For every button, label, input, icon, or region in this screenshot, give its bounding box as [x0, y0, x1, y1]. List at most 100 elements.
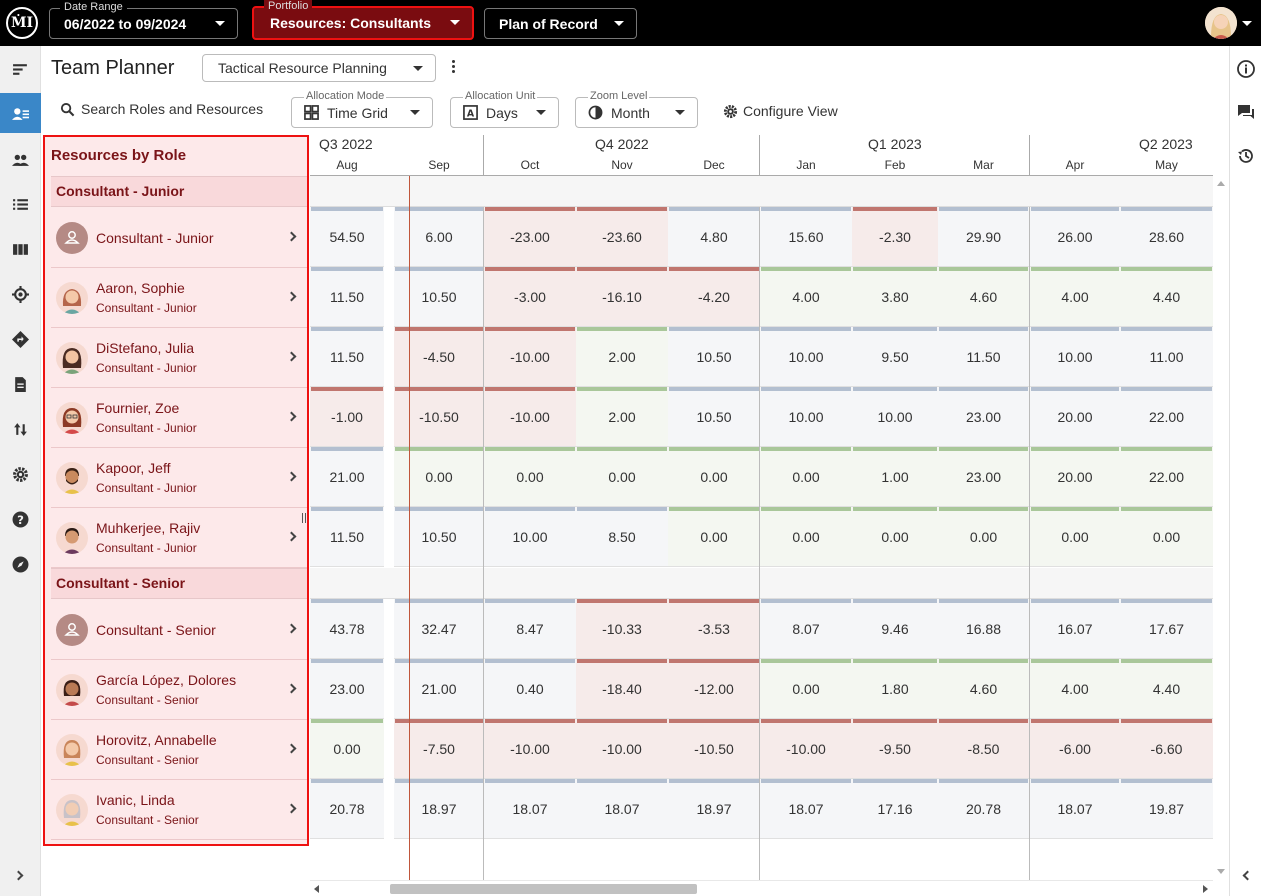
info-icon[interactable] — [1236, 59, 1256, 79]
allocation-cell[interactable]: -10.50 — [668, 719, 760, 779]
allocation-cell[interactable]: 20.78 — [310, 779, 384, 839]
allocation-cell[interactable]: 21.00 — [394, 659, 484, 719]
allocation-cell[interactable]: 43.78 — [310, 599, 384, 659]
configure-view-button[interactable]: Configure View — [723, 103, 838, 119]
allocation-cell[interactable]: 0.00 — [938, 507, 1029, 567]
allocation-cell[interactable]: 0.00 — [760, 507, 852, 567]
allocation-cell[interactable]: 54.50 — [310, 207, 384, 267]
chevron-right-icon[interactable] — [286, 411, 297, 422]
allocation-cell[interactable]: 4.00 — [1030, 267, 1120, 327]
chevron-right-icon[interactable] — [286, 351, 297, 362]
resource-row[interactable]: Kapoor, Jeff Consultant - Junior — [51, 448, 307, 508]
menu-icon[interactable] — [0, 49, 41, 89]
allocation-cell[interactable]: 16.88 — [938, 599, 1029, 659]
view-select[interactable]: Tactical Resource Planning — [202, 54, 436, 82]
chevron-right-icon[interactable] — [286, 291, 297, 302]
allocation-cell[interactable]: -4.50 — [394, 327, 484, 387]
allocation-cell[interactable]: 6.00 — [394, 207, 484, 267]
help-icon[interactable]: ? — [0, 499, 41, 539]
compass-icon[interactable] — [0, 544, 41, 584]
allocation-cell[interactable]: 8.07 — [760, 599, 852, 659]
allocation-cell[interactable]: 0.00 — [760, 447, 852, 507]
allocation-cell[interactable]: 21.00 — [310, 447, 384, 507]
allocation-cell[interactable]: 0.00 — [668, 507, 760, 567]
allocation-cell[interactable]: 32.47 — [394, 599, 484, 659]
directions-icon[interactable] — [0, 319, 41, 359]
resource-row[interactable]: Muhkerjee, Rajiv Consultant - Junior — [51, 508, 307, 568]
allocation-cell[interactable]: -10.00 — [484, 719, 576, 779]
more-options-icon[interactable] — [448, 58, 458, 78]
allocation-cell[interactable]: 0.00 — [760, 659, 852, 719]
swap-vertical-icon[interactable] — [0, 409, 41, 449]
scroll-down-icon[interactable] — [1217, 869, 1225, 874]
allocation-cell[interactable]: 20.00 — [1030, 387, 1120, 447]
allocation-cell[interactable]: 23.00 — [310, 659, 384, 719]
allocation-cell[interactable]: 2.00 — [576, 327, 668, 387]
allocation-cell[interactable]: 17.67 — [1120, 599, 1213, 659]
allocation-cell[interactable]: 11.50 — [310, 267, 384, 327]
allocation-cell[interactable]: 18.07 — [576, 779, 668, 839]
team-planner-icon[interactable] — [0, 93, 41, 133]
allocation-cell[interactable]: 18.97 — [668, 779, 760, 839]
allocation-cell[interactable]: 10.50 — [668, 387, 760, 447]
allocation-cell[interactable]: 10.50 — [394, 507, 484, 567]
role-summary-row[interactable]: Consultant - Senior — [51, 600, 307, 660]
scroll-right-icon[interactable] — [1203, 885, 1208, 893]
search-roles-resources[interactable]: Search Roles and Resources — [60, 101, 263, 117]
allocation-cell[interactable]: 22.00 — [1120, 387, 1213, 447]
allocation-cell[interactable]: -10.33 — [576, 599, 668, 659]
allocation-cell[interactable]: 0.00 — [484, 447, 576, 507]
allocation-mode-select[interactable]: Allocation Mode Time Grid — [291, 90, 433, 128]
user-avatar[interactable] — [1205, 7, 1237, 39]
allocation-cell[interactable]: 26.00 — [1030, 207, 1120, 267]
gear-icon[interactable] — [0, 454, 41, 494]
role-group-header[interactable]: Consultant - Senior — [51, 568, 307, 599]
horizontal-scroll-thumb[interactable] — [390, 884, 697, 894]
allocation-cell[interactable]: 11.50 — [310, 327, 384, 387]
allocation-cell[interactable]: 0.00 — [1030, 507, 1120, 567]
allocation-cell[interactable]: 18.07 — [484, 779, 576, 839]
allocation-cell[interactable]: 4.00 — [1030, 659, 1120, 719]
allocation-cell[interactable]: -6.60 — [1120, 719, 1213, 779]
scroll-left-icon[interactable] — [314, 885, 319, 893]
allocation-cell[interactable]: 10.50 — [394, 267, 484, 327]
allocation-cell[interactable]: 9.46 — [852, 599, 938, 659]
allocation-cell[interactable]: -16.10 — [576, 267, 668, 327]
chat-icon[interactable] — [1236, 102, 1256, 122]
allocation-cell[interactable]: 22.00 — [1120, 447, 1213, 507]
allocation-cell[interactable]: -6.00 — [1030, 719, 1120, 779]
portfolio-select[interactable]: Portfolio Resources: Consultants — [252, 0, 474, 40]
column-resize-handle[interactable] — [302, 513, 306, 523]
allocation-cell[interactable]: 10.00 — [852, 387, 938, 447]
chevron-right-icon[interactable] — [286, 231, 297, 242]
resource-row[interactable]: Horovitz, Annabelle Consultant - Senior — [51, 720, 307, 780]
allocation-cell[interactable]: 10.00 — [760, 327, 852, 387]
chevron-right-icon[interactable] — [286, 683, 297, 694]
allocation-cell[interactable]: -9.50 — [852, 719, 938, 779]
date-range-select[interactable]: Date Range 06/2022 to 09/2024 — [49, 1, 238, 39]
allocation-cell[interactable]: 11.00 — [1120, 327, 1213, 387]
allocation-cell[interactable]: 9.50 — [852, 327, 938, 387]
allocation-cell[interactable]: -10.00 — [760, 719, 852, 779]
allocation-cell[interactable]: 4.60 — [938, 267, 1029, 327]
vertical-scrollbar[interactable] — [1213, 176, 1229, 880]
allocation-cell[interactable]: 11.50 — [938, 327, 1029, 387]
allocation-cell[interactable]: -3.00 — [484, 267, 576, 327]
target-icon[interactable] — [0, 274, 41, 314]
allocation-cell[interactable]: 15.60 — [760, 207, 852, 267]
allocation-cell[interactable]: -12.00 — [668, 659, 760, 719]
allocation-cell[interactable]: 20.00 — [1030, 447, 1120, 507]
allocation-cell[interactable]: 17.16 — [852, 779, 938, 839]
allocation-cell[interactable]: 10.50 — [668, 327, 760, 387]
allocation-cell[interactable]: -10.00 — [576, 719, 668, 779]
role-group-header[interactable]: Consultant - Junior — [51, 176, 307, 207]
allocation-cell[interactable]: -18.40 — [576, 659, 668, 719]
resource-row[interactable]: García López, Dolores Consultant - Senio… — [51, 660, 307, 720]
allocation-cell[interactable]: 10.00 — [484, 507, 576, 567]
allocation-cell[interactable]: 20.78 — [938, 779, 1029, 839]
zoom-level-select[interactable]: Zoom Level Month — [575, 90, 698, 128]
allocation-cell[interactable]: 0.00 — [310, 719, 384, 779]
allocation-cell[interactable]: 18.97 — [394, 779, 484, 839]
allocation-cell[interactable]: 2.00 — [576, 387, 668, 447]
allocation-cell[interactable]: 0.00 — [394, 447, 484, 507]
